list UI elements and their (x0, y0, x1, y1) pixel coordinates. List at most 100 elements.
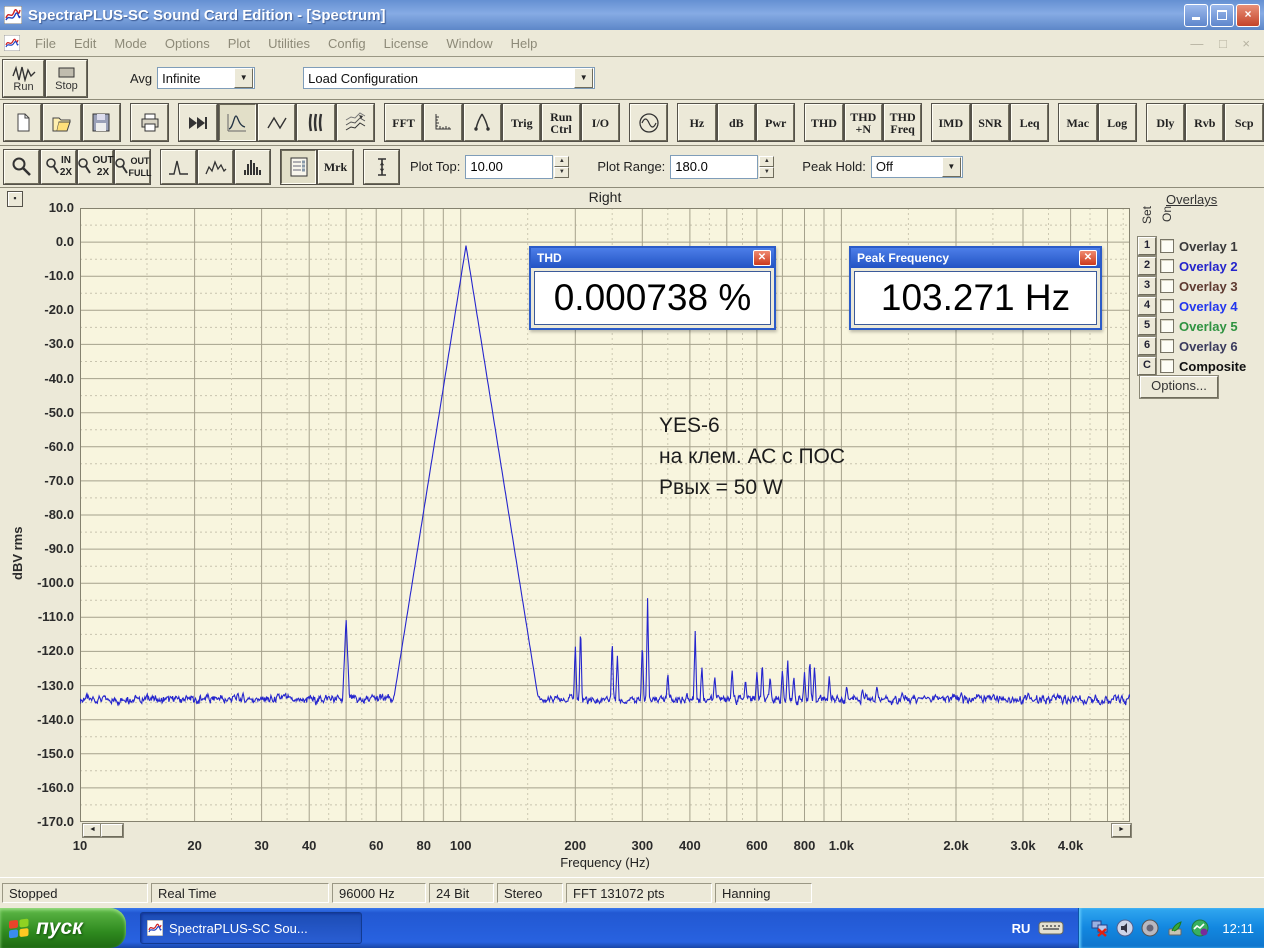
thd-window-titlebar[interactable]: THD ✕ (531, 248, 774, 268)
plot-top-spinner[interactable]: ▲ ▼ (554, 155, 570, 178)
delay-button[interactable]: Dly (1146, 104, 1185, 141)
battery-eco-icon[interactable] (1166, 919, 1184, 937)
spectrogram-view-button[interactable] (297, 104, 335, 141)
overlay-set-button-4[interactable]: 4 (1138, 297, 1156, 315)
filled-plot-style-button[interactable] (198, 149, 233, 184)
leq-button[interactable]: Leq (1010, 104, 1049, 141)
zoom-out-full-button[interactable]: OUT FULL (114, 149, 152, 184)
run-control-button[interactable]: Run Ctrl (542, 104, 580, 141)
menu-item-window[interactable]: Window (437, 33, 501, 54)
menu-item-config[interactable]: Config (319, 33, 375, 54)
menu-item-file[interactable]: File (26, 33, 65, 54)
overlay-on-checkbox-3[interactable] (1160, 279, 1174, 293)
avg-select[interactable]: Infinite ▼ (157, 67, 256, 89)
restore-button[interactable] (1210, 3, 1234, 27)
overlay-on-checkbox-1[interactable] (1160, 239, 1174, 253)
menu-item-utilities[interactable]: Utilities (259, 33, 319, 54)
clock[interactable]: 12:11 (1222, 921, 1254, 936)
menu-item-mode[interactable]: Mode (105, 33, 156, 54)
zoom-button[interactable] (4, 149, 39, 184)
chevron-down-icon[interactable]: ▼ (941, 156, 961, 177)
minimize-button[interactable] (1184, 3, 1208, 27)
scroll-left-button[interactable]: ◄ (83, 824, 102, 837)
power-units-button[interactable]: Pwr (756, 104, 795, 141)
mdi-window-controls[interactable]: — □ × (1190, 36, 1256, 51)
volume-icon[interactable] (1116, 919, 1134, 937)
plot-range-input[interactable] (670, 154, 759, 179)
calibration-button[interactable] (463, 104, 502, 141)
scroll-right-button[interactable]: ► (1112, 824, 1131, 837)
overlay-on-checkbox-C[interactable] (1160, 359, 1174, 373)
thd-readout-window[interactable]: THD ✕ 0.000738 % (529, 246, 776, 330)
menu-item-edit[interactable]: Edit (65, 33, 105, 54)
io-button[interactable]: I/O (581, 104, 620, 141)
overlay-set-button-5[interactable]: 5 (1138, 317, 1156, 335)
db-units-button[interactable]: dB (717, 104, 755, 141)
stop-button[interactable]: Stop (46, 59, 87, 97)
audio-device-icon[interactable] (1141, 919, 1159, 937)
plot-range-spinner[interactable]: ▲ ▼ (759, 155, 775, 178)
save-button[interactable] (82, 104, 121, 141)
trigger-button[interactable]: Trig (503, 104, 541, 141)
new-file-button[interactable] (4, 104, 42, 141)
reverb-button[interactable]: Rvb (1186, 104, 1224, 141)
zoom-in-2x-button[interactable]: IN 2X (41, 149, 76, 184)
surface-view-button[interactable] (336, 104, 375, 141)
scaling-button[interactable] (424, 104, 462, 141)
print-button[interactable] (130, 104, 169, 141)
overlay-on-checkbox-2[interactable] (1160, 259, 1174, 273)
spin-down-icon[interactable]: ▼ (759, 166, 775, 178)
title-bar[interactable]: SpectraPLUS-SC Sound Card Edition - [Spe… (0, 0, 1264, 30)
spectrum-view-button[interactable] (218, 104, 256, 141)
imd-button[interactable]: IMD (932, 104, 970, 141)
peak-frequency-window[interactable]: Peak Frequency ✕ 103.271 Hz (849, 246, 1102, 330)
logging-button[interactable]: Log (1098, 104, 1136, 141)
overlay-set-button-1[interactable]: 1 (1138, 237, 1156, 255)
macro-button[interactable]: Mac (1059, 104, 1097, 141)
fft-settings-button[interactable]: FFT (384, 104, 423, 141)
start-button[interactable]: пуск (0, 908, 126, 948)
overlay-on-checkbox-5[interactable] (1160, 319, 1174, 333)
close-icon[interactable]: ✕ (753, 250, 771, 266)
close-button[interactable]: × (1236, 3, 1260, 27)
overlay-set-button-3[interactable]: 3 (1138, 277, 1156, 295)
snr-button[interactable]: SNR (971, 104, 1009, 141)
spin-down-icon[interactable]: ▼ (554, 166, 570, 178)
chevron-down-icon[interactable]: ▼ (574, 68, 594, 88)
overlay-on-checkbox-6[interactable] (1160, 339, 1174, 353)
plot-options-button[interactable] (281, 149, 316, 184)
spin-up-icon[interactable]: ▲ (554, 155, 570, 167)
scope-button[interactable]: Scp (1225, 104, 1263, 141)
bar-plot-style-button[interactable] (235, 149, 270, 184)
menu-item-license[interactable]: License (375, 33, 438, 54)
run-button[interactable]: Run (3, 59, 44, 97)
signal-generator-button[interactable] (630, 104, 668, 141)
overlay-options-button[interactable]: Options... (1140, 376, 1218, 398)
network-activity-icon[interactable] (1191, 919, 1209, 937)
menu-item-options[interactable]: Options (156, 33, 219, 54)
zoom-out-2x-button[interactable]: OUT 2X (78, 149, 114, 184)
peak-window-titlebar[interactable]: Peak Frequency ✕ (851, 248, 1100, 268)
overlay-set-button-2[interactable]: 2 (1138, 257, 1156, 275)
plot-top-input[interactable] (465, 154, 554, 179)
spin-up-icon[interactable]: ▲ (759, 155, 775, 167)
overlay-on-checkbox-4[interactable] (1160, 299, 1174, 313)
playback-button[interactable] (179, 104, 217, 141)
overlay-set-button-C[interactable]: C (1138, 357, 1156, 375)
close-icon[interactable]: ✕ (1079, 250, 1097, 266)
thd-freq-button[interactable]: THD Freq (883, 104, 922, 141)
thd-button[interactable]: THD (805, 104, 843, 141)
keyboard-icon[interactable] (1038, 920, 1064, 936)
load-configuration-select[interactable]: Load Configuration ▼ (303, 67, 596, 89)
overlay-set-button-6[interactable]: 6 (1138, 337, 1156, 355)
language-indicator[interactable]: RU (1012, 921, 1031, 936)
chevron-down-icon[interactable]: ▼ (234, 68, 254, 88)
line-plot-style-button[interactable] (161, 149, 196, 184)
thd-n-button[interactable]: THD +N (844, 104, 882, 141)
hz-units-button[interactable]: Hz (678, 104, 716, 141)
peak-hold-select[interactable]: Off ▼ (870, 155, 963, 178)
cursor-button[interactable] (364, 149, 399, 184)
taskbar-task-button[interactable]: SpectraPLUS-SC Sou... (140, 912, 362, 944)
scroll-thumb[interactable] (101, 824, 123, 837)
menu-item-plot[interactable]: Plot (219, 33, 259, 54)
